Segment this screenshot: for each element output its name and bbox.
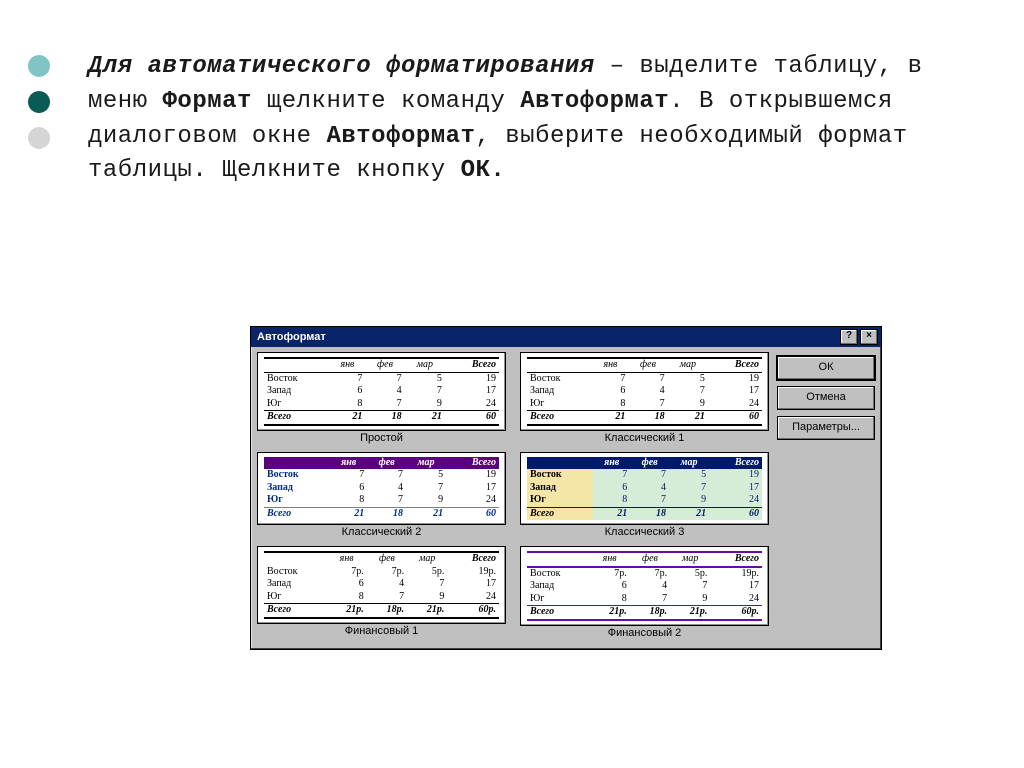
cancel-button[interactable]: Отмена — [777, 386, 875, 410]
button-name-ok: ОК. — [461, 157, 506, 184]
format-caption: Классический 1 — [520, 431, 769, 446]
format-option-fin1[interactable]: янв фев мар Всего Восток7р.7р.5р.19р. За… — [257, 546, 506, 624]
format-caption: Простой — [257, 431, 506, 446]
bullet-dot — [28, 127, 50, 149]
phrase-autoformat-title: Для автоматического форматирования — [88, 53, 595, 80]
command-autoformat: Автоформат — [520, 88, 669, 115]
slide-bullets — [28, 55, 50, 149]
format-option-fin2[interactable]: янв фев мар Всего Восток7р.7р.5р.19р. За… — [520, 546, 769, 626]
format-caption: Классический 2 — [257, 525, 506, 540]
ok-button[interactable]: ОК — [777, 356, 875, 380]
close-button[interactable]: × — [860, 329, 878, 345]
params-button[interactable]: Параметры... — [777, 416, 875, 440]
format-option-classic2[interactable]: янв фев мар Всего Восток77519 Запад64717… — [257, 452, 506, 526]
dialog-title: Автоформат — [257, 331, 326, 343]
format-option-classic3[interactable]: янв фев мар Всего Восток77519 Запад64717… — [520, 452, 769, 526]
help-button[interactable]: ? — [840, 329, 858, 345]
instruction-paragraph: Для автоматического форматирования – выд… — [88, 50, 948, 189]
format-caption: Финансовый 1 — [257, 624, 506, 639]
dialog-button-column: ОК Отмена Параметры... — [777, 352, 875, 641]
format-caption: Финансовый 2 — [520, 626, 769, 641]
bullet-dot — [28, 55, 50, 77]
bullet-dot — [28, 91, 50, 113]
format-option-classic1[interactable]: янв фев мар Всего Восток77519 Запад64717… — [520, 352, 769, 431]
dialog-titlebar: Автоформат ? × — [251, 327, 881, 347]
format-caption: Классический 3 — [520, 525, 769, 540]
dialog-name-autoformat: Автоформат — [326, 123, 475, 150]
menu-name-format: Формат — [163, 88, 252, 115]
autoformat-dialog: Автоформат ? × янв ф — [250, 326, 882, 650]
format-option-simple[interactable]: янв фев мар Всего Восток77519 Запад64717… — [257, 352, 506, 431]
